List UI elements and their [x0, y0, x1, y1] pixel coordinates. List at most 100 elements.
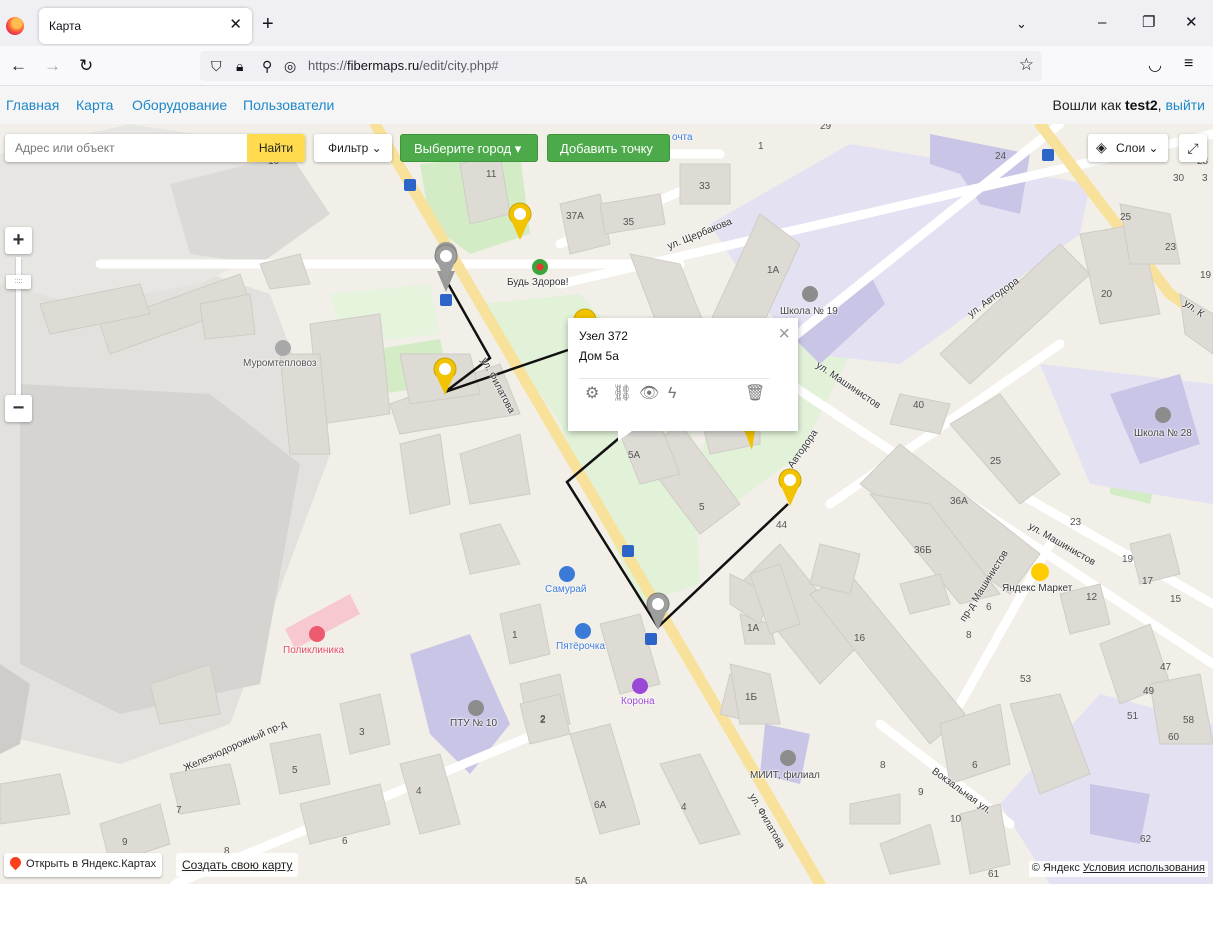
house-number: 44 — [776, 520, 788, 531]
house-number: 1А — [747, 623, 760, 634]
poi-label: Поликлиника — [283, 645, 345, 656]
lightning-icon[interactable]: ϟ — [668, 384, 676, 404]
forward-icon[interactable]: → — [44, 56, 61, 76]
house-number: 60 — [1168, 732, 1180, 743]
house-number: 1Б — [745, 692, 758, 703]
poi-label: очта — [672, 132, 693, 143]
hierarchy-icon[interactable]: ⛓ — [612, 384, 632, 404]
house-number: 36Б — [914, 545, 932, 556]
house-number: 11 — [486, 169, 497, 180]
tab-title: Карта — [49, 19, 82, 33]
chevron-down-icon[interactable]: ⌄ — [1016, 16, 1027, 32]
city-select-button[interactable]: Выберите город ▾ — [400, 134, 538, 162]
url-text[interactable]: https://fibermaps.ru/edit/city.php# — [308, 58, 499, 73]
house-number: 4 — [681, 802, 687, 813]
poi-label: Школа № 19 — [780, 306, 838, 317]
location-icon[interactable]: ◎ — [284, 57, 296, 75]
house-number: 6 — [986, 602, 992, 613]
nav-home[interactable]: Главная — [6, 97, 59, 113]
zoom-in-button[interactable]: + — [5, 227, 32, 254]
house-number: 23 — [1165, 242, 1177, 253]
site-nav: Главная Карта Оборудование Пользователи … — [0, 86, 1213, 124]
layers-icon: ◈ — [1096, 139, 1107, 155]
search-box: Найти — [5, 134, 305, 162]
house-number: 5 — [699, 502, 705, 513]
filter-button[interactable]: Фильтр ⌄ — [314, 134, 392, 162]
bookmark-star-icon[interactable]: ☆ — [1019, 55, 1034, 75]
house-number: 25 — [990, 456, 1002, 467]
house-number: 1А — [767, 265, 780, 276]
house-number: 9 — [122, 837, 128, 848]
copyright: © Яндекс Условия использования — [1028, 861, 1208, 877]
nav-users[interactable]: Пользователи — [243, 97, 334, 113]
nav-equipment[interactable]: Оборудование — [132, 97, 227, 113]
search-input[interactable] — [5, 134, 247, 162]
house-number: 35 — [623, 217, 635, 228]
back-icon[interactable]: ← — [10, 56, 27, 76]
map-base-layer — [0, 124, 1213, 884]
zoom-slider-handle[interactable]: :::: — [6, 275, 31, 289]
close-icon[interactable]: × — [778, 324, 790, 344]
house-number: 29 — [820, 124, 832, 132]
house-number: 2 — [540, 715, 546, 726]
house-number: 36А — [950, 496, 968, 507]
menu-icon[interactable]: ≡ — [1184, 55, 1193, 73]
close-tab-icon[interactable]: ✕ — [229, 16, 242, 34]
create-map-link[interactable]: Создать свою карту — [176, 853, 299, 877]
eye-icon[interactable]: 👁︎ — [639, 384, 659, 404]
chevron-down-icon: ⌄ — [1148, 141, 1159, 155]
house-number: 58 — [1183, 715, 1195, 726]
house-number: 40 — [913, 400, 925, 411]
trash-icon[interactable]: 🗑︎ — [745, 384, 765, 404]
node-popup: × Узел 372 Дом 5а ⚙ ⛓ 👁︎ ϟ 🗑︎ — [568, 318, 798, 441]
poi-label: МИИТ, филиал — [750, 770, 820, 781]
house-number: 7 — [176, 805, 182, 816]
zoom-out-button[interactable]: − — [5, 395, 32, 422]
pocket-icon[interactable]: ◡ — [1148, 55, 1162, 75]
poi-label: Муромтепловоз — [243, 358, 317, 369]
house-number: 1 — [758, 141, 764, 152]
layers-button[interactable]: ◈ Слои ⌄ — [1088, 134, 1168, 162]
house-number: 6 — [342, 836, 348, 847]
house-number: 19 — [1122, 554, 1134, 565]
map-canvas[interactable]: ул. Филатова ул. Филатова ул. Щербакова … — [0, 124, 1213, 884]
permissions-icon[interactable]: ⚲ — [262, 57, 272, 75]
yandex-pin-icon — [7, 854, 24, 871]
add-point-button[interactable]: Добавить точку — [547, 134, 670, 162]
terms-link[interactable]: Условия использования — [1083, 862, 1205, 874]
fullscreen-icon[interactable]: ⤢ — [1179, 134, 1207, 162]
poi-label: Будь Здоров! — [507, 277, 569, 288]
restore-icon[interactable]: ❐ — [1142, 14, 1155, 32]
browser-tab[interactable]: Карта ✕ — [39, 8, 252, 44]
url-bar[interactable]: ⛉ 🔒︎ ⚲ ◎ https://fibermaps.ru/edit/city.… — [200, 51, 1042, 81]
house-number: 33 — [699, 181, 711, 192]
open-in-yandex-link[interactable]: Открыть в Яндекс.Картах — [4, 853, 163, 877]
close-window-icon[interactable]: ✕ — [1185, 14, 1198, 32]
new-tab-icon[interactable]: + — [262, 14, 274, 34]
house-number: 15 — [1170, 594, 1182, 605]
house-number: 16 — [854, 633, 866, 644]
house-number: 61 — [988, 869, 1000, 880]
house-number: 24 — [995, 151, 1007, 162]
logout-link[interactable]: выйти — [1165, 97, 1205, 113]
reload-icon[interactable]: ↻ — [79, 56, 93, 76]
caret-down-icon: ▾ — [514, 141, 522, 156]
house-number: 47 — [1160, 662, 1172, 673]
house-number: 3 — [359, 727, 365, 738]
firefox-logo-icon — [6, 17, 24, 35]
nav-map[interactable]: Карта — [76, 97, 113, 113]
house-number: 10 — [950, 814, 962, 825]
house-number: 30 — [1173, 173, 1185, 184]
poi-label: Школа № 28 — [1134, 428, 1192, 439]
house-number: 5А — [575, 876, 588, 884]
house-number: 53 — [1020, 674, 1032, 685]
gear-icon[interactable]: ⚙ — [585, 384, 599, 404]
minimize-icon[interactable]: – — [1098, 14, 1106, 32]
search-button[interactable]: Найти — [247, 134, 305, 162]
house-number: 1 — [512, 630, 518, 641]
login-info: Вошли как test2, выйти — [1052, 97, 1206, 113]
lock-icon[interactable]: 🔒︎ — [236, 57, 243, 75]
poi-label: Пятёрочка — [556, 641, 606, 652]
chevron-down-icon: ⌄ — [371, 141, 382, 155]
shield-icon[interactable]: ⛉ — [211, 57, 222, 75]
